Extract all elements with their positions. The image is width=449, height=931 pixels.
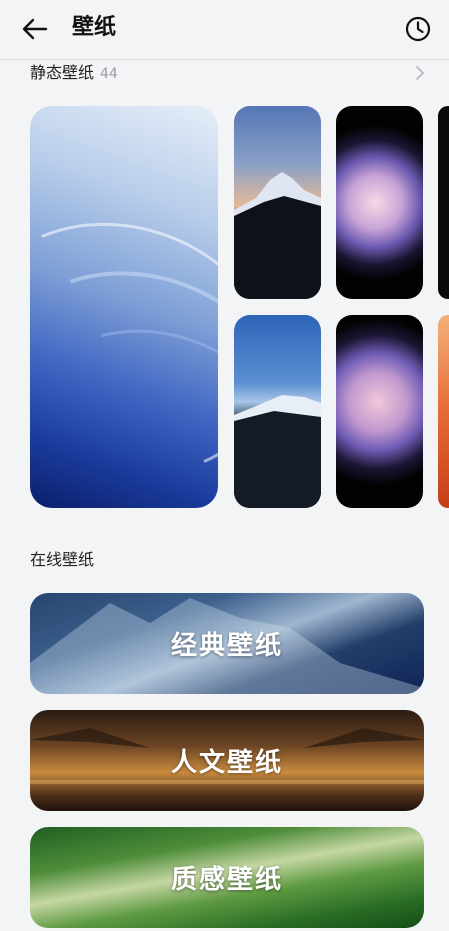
category-label: 质感壁纸 (170, 865, 283, 895)
wallpaper-thumb-blue-waves[interactable] (30, 106, 218, 508)
wallpaper-thumb-partial-orange[interactable] (438, 315, 449, 508)
top-bar: 壁纸 (0, 0, 449, 58)
category-label: 人文壁纸 (170, 748, 283, 778)
page-title: 壁纸 (72, 15, 117, 40)
header-divider (0, 59, 449, 60)
wallpaper-count: 44 (100, 66, 118, 82)
wallpaper-thumb-mountain-blue[interactable] (234, 315, 321, 508)
mountain-shape (234, 172, 321, 299)
category-classic-wallpaper[interactable]: 经典壁纸 (30, 593, 424, 694)
category-culture-wallpaper[interactable]: 人文壁纸 (30, 710, 424, 811)
arrow-left-icon[interactable] (20, 14, 50, 44)
wallpaper-thumb-mountain-dusk[interactable] (234, 106, 321, 299)
wallpaper-thumb-partial-dark[interactable] (438, 106, 449, 299)
section-title-static: 静态壁纸 (30, 63, 95, 82)
category-label: 经典壁纸 (170, 631, 283, 661)
wallpaper-thumb-purple-flower[interactable] (336, 315, 423, 508)
static-wallpaper-header[interactable]: 静态壁纸 44 (30, 62, 430, 86)
category-texture-wallpaper[interactable]: 质感壁纸 (30, 827, 424, 928)
clock-icon[interactable] (404, 15, 432, 43)
chevron-right-icon[interactable] (414, 65, 426, 81)
wallpaper-thumb-pink-flower[interactable] (336, 106, 423, 299)
mountain-shape (234, 395, 321, 508)
section-title-online: 在线壁纸 (30, 550, 95, 569)
